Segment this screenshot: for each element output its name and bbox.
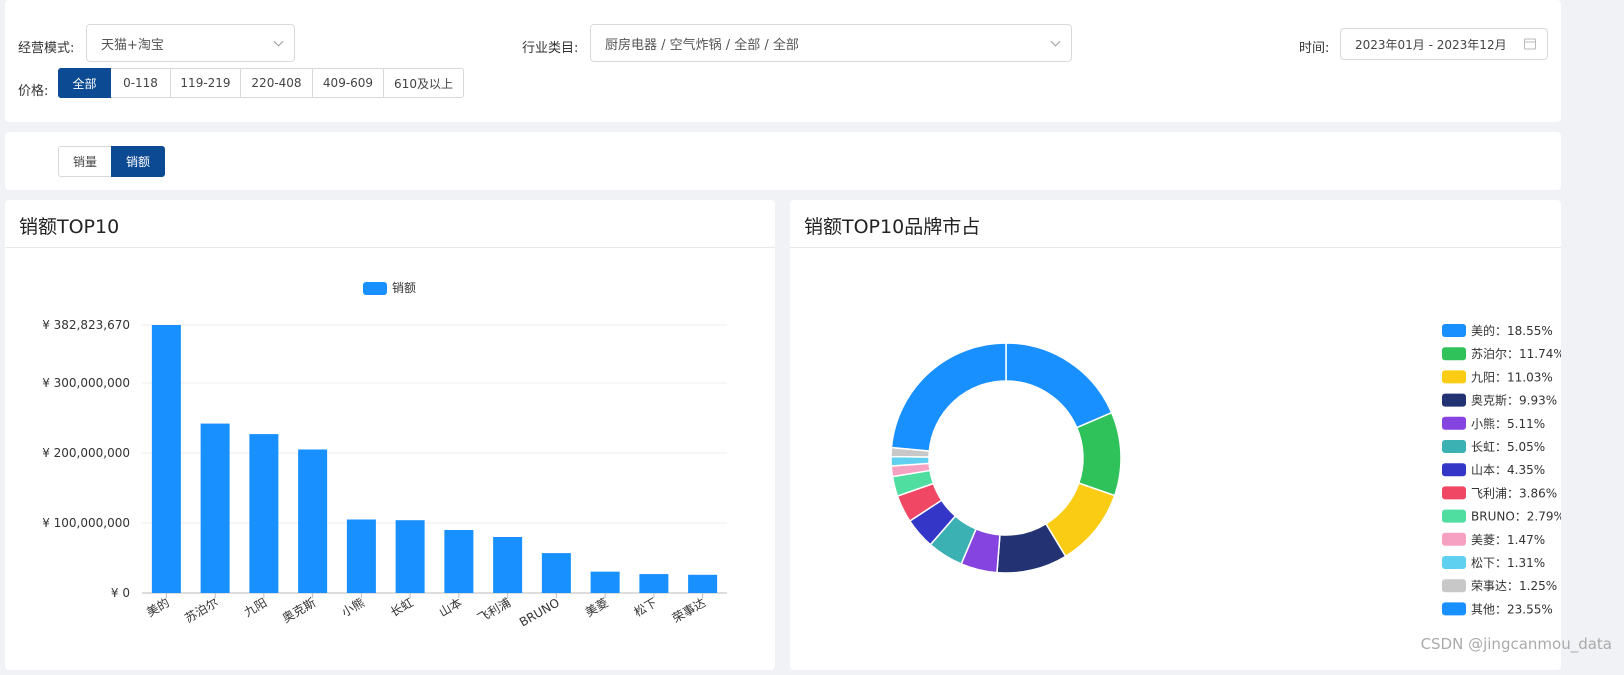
- x-tick-label: 荣事达: [670, 595, 708, 625]
- price-option-0-118[interactable]: 0-118: [110, 68, 171, 98]
- legend-swatch: [1442, 486, 1466, 500]
- bar: [493, 536, 523, 593]
- x-tick-label: 松下: [632, 595, 660, 619]
- bar: [688, 574, 718, 593]
- industry-label: 行业类目:: [522, 41, 579, 56]
- time-range-picker[interactable]: 2023年01月 - 2023年12月: [1340, 28, 1548, 60]
- legend-label: 小熊：5.11%: [1471, 416, 1545, 431]
- legend-label: 九阳：11.03%: [1471, 370, 1553, 384]
- bar: [346, 519, 376, 593]
- legend-label: 松下：1.31%: [1471, 556, 1545, 570]
- mode-label: 经营模式:: [18, 41, 75, 56]
- x-tick-label: 美的: [144, 595, 172, 620]
- price-option-220-408[interactable]: 220-408: [240, 68, 313, 98]
- legend-label: 其他：23.55%: [1471, 602, 1553, 616]
- legend-label: 美菱：1.47%: [1471, 533, 1545, 547]
- watermark: CSDN @jingcanmou_data: [1420, 635, 1612, 653]
- x-tick-label: 小熊: [339, 595, 367, 620]
- legend-label: 山本：4.35%: [1471, 463, 1545, 477]
- bar: [200, 423, 230, 593]
- legend-swatch: [1442, 347, 1466, 361]
- x-tick-label: 苏泊尔: [182, 595, 221, 626]
- legend-swatch: [1442, 579, 1466, 593]
- legend-swatch: [1442, 324, 1466, 337]
- price-option-409-609[interactable]: 409-609: [312, 68, 384, 98]
- price-option-610-plus[interactable]: 610及以上: [383, 68, 464, 98]
- pie-chart-panel: 销额TOP10品牌市占 美的：18.55% 苏泊尔：11.74% 九阳：11.03%…: [790, 200, 1561, 670]
- y-tick-label: ¥ 100,000,000: [42, 516, 130, 530]
- price-segment: 全部 0-118 119-219 220-408 409-609 610及以上: [58, 68, 464, 98]
- y-tick-label: ¥ 200,000,000: [42, 446, 130, 460]
- bar: [541, 553, 571, 593]
- bar: [395, 520, 425, 593]
- bar-chart: 销额 ¥ 0 ¥ 100,000,000 ¥ 200,000,000 ¥ 300,000…: [42, 281, 727, 629]
- filter-card: 经营模式: 天猫+淘宝 行业类目: 厨房电器 / 空气炸锅 / 全部 / 全部 …: [5, 0, 1561, 122]
- y-tick-label: ¥ 300,000,000: [42, 376, 130, 390]
- legend-swatch: [363, 282, 387, 295]
- x-tick-label: 山本: [437, 595, 465, 619]
- x-tick-label: 长虹: [388, 595, 416, 619]
- pie-slice: [1075, 411, 1122, 497]
- legend-swatch: [1442, 463, 1466, 477]
- legend-label: BRUNO：2.79%: [1471, 510, 1561, 524]
- y-tick-label: ¥ 382,823,670: [42, 318, 130, 332]
- metric-option-sales[interactable]: 销额: [111, 146, 165, 177]
- bar-chart-panel: 销额TOP10 销额 ¥ 0 ¥ 100,000,000 ¥ 200,000,000 ¥…: [5, 200, 775, 670]
- pie-slice: [890, 342, 1007, 452]
- legend-swatch: [1442, 556, 1466, 569]
- calendar-icon: [1524, 38, 1536, 50]
- x-tick-label: 奥克斯: [280, 595, 318, 625]
- legend-label: 苏泊尔：11.74%: [1471, 346, 1561, 361]
- legend-label: 美的：18.55%: [1471, 323, 1553, 338]
- donut-chart: 美的：18.55% 苏泊尔：11.74% 九阳：11.03% 奥克斯：9.93% 小熊：…: [890, 323, 1561, 616]
- legend-swatch: [1442, 532, 1466, 546]
- legend-label: 飞利浦：3.86%: [1471, 486, 1557, 500]
- legend-label: 奥克斯：9.93%: [1471, 394, 1557, 408]
- time-range-value: 2023年01月 - 2023年12月: [1355, 37, 1507, 52]
- price-option-119-219[interactable]: 119-219: [170, 68, 241, 98]
- mode-select-value: 天猫+淘宝: [101, 37, 164, 53]
- bar: [151, 325, 181, 593]
- metric-toggle: 销量 销额: [58, 146, 165, 177]
- bar: [590, 571, 620, 593]
- time-label: 时间:: [1299, 41, 1330, 56]
- chevron-down-icon: [273, 36, 284, 47]
- bar: [249, 434, 279, 593]
- bar: [298, 449, 328, 593]
- y-tick-label: ¥ 0: [111, 586, 130, 600]
- x-tick-label: 九阳: [242, 595, 270, 619]
- metric-option-volume[interactable]: 销量: [58, 146, 112, 177]
- pie-slice: [1005, 342, 1113, 429]
- x-tick-label: 美菱: [583, 595, 611, 619]
- legend-swatch: [1442, 509, 1466, 523]
- x-tick-label: BRUNO: [517, 595, 562, 629]
- price-label: 价格:: [18, 84, 49, 99]
- legend-swatch: [1442, 602, 1466, 616]
- legend-swatch: [1442, 370, 1466, 384]
- industry-select[interactable]: 厨房电器 / 空气炸锅 / 全部 / 全部: [590, 24, 1072, 62]
- legend-label: 荣事达：1.25%: [1471, 579, 1557, 593]
- legend-label: 销额: [392, 281, 416, 295]
- legend-swatch: [1442, 416, 1466, 430]
- legend-swatch: [1442, 440, 1466, 453]
- industry-select-value: 厨房电器 / 空气炸锅 / 全部 / 全部: [605, 37, 799, 53]
- price-option-all[interactable]: 全部: [58, 68, 111, 98]
- legend-swatch: [1442, 393, 1466, 407]
- chevron-down-icon: [1050, 36, 1061, 47]
- legend-label: 长虹：5.05%: [1471, 440, 1545, 454]
- x-tick-label: 飞利浦: [475, 595, 513, 625]
- metric-toggle-card: 销量 销额: [5, 132, 1561, 190]
- bar: [639, 574, 669, 593]
- bar: [444, 529, 474, 593]
- mode-select[interactable]: 天猫+淘宝: [86, 24, 295, 62]
